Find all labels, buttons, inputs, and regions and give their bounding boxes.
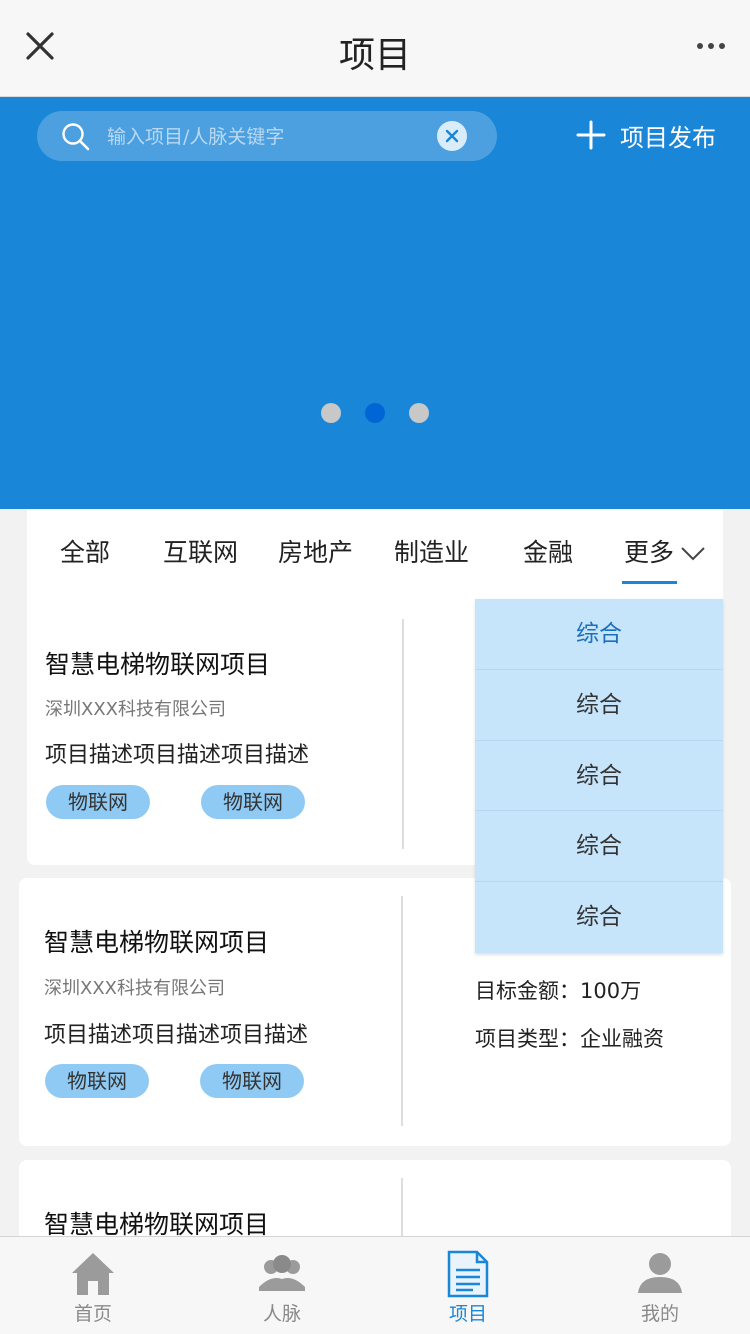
tabbar-label: 首页 bbox=[73, 1303, 112, 1325]
tabbar-label: 人脉 bbox=[262, 1303, 301, 1325]
search-icon bbox=[62, 123, 90, 151]
category-tabs: 全部 互联网 房地产 制造业 金融 更多 bbox=[27, 509, 723, 597]
project-tag: 物联网 bbox=[201, 785, 305, 819]
home-icon bbox=[72, 1253, 114, 1295]
project-company: 深圳XXX科技有限公司 bbox=[44, 978, 225, 999]
active-tab-indicator bbox=[622, 581, 677, 584]
tab-more-label: 更多 bbox=[624, 538, 675, 567]
document-icon bbox=[447, 1250, 489, 1298]
tab-all[interactable]: 全部 bbox=[60, 533, 110, 569]
carousel-indicators bbox=[0, 403, 750, 423]
carousel-dot[interactable] bbox=[409, 403, 429, 423]
chevron-down-icon bbox=[681, 547, 705, 561]
search-bar[interactable]: 输入项目/人脉关键字 bbox=[37, 111, 497, 161]
project-title[interactable]: 智慧电梯物联网项目 bbox=[45, 645, 270, 681]
dropdown-option[interactable]: 综合 bbox=[475, 811, 723, 883]
publish-label: 项目发布 bbox=[620, 123, 716, 152]
plus-icon bbox=[576, 120, 606, 150]
tabbar-projects[interactable]: 项目 bbox=[408, 1237, 528, 1334]
carousel-dot[interactable] bbox=[321, 403, 341, 423]
tabbar-label: 我的 bbox=[640, 1303, 679, 1325]
dropdown-option[interactable]: 综合 bbox=[475, 882, 723, 953]
divider bbox=[401, 896, 403, 1126]
tabbar-mine[interactable]: 我的 bbox=[600, 1237, 720, 1334]
tabbar-label: 项目 bbox=[448, 1303, 487, 1325]
bottom-tabbar: 首页 人脉 项目 我的 bbox=[0, 1236, 750, 1334]
user-icon bbox=[638, 1253, 682, 1293]
target-amount: 目标金额：100万 bbox=[475, 979, 642, 1003]
project-tag: 物联网 bbox=[46, 785, 150, 819]
tab-internet[interactable]: 互联网 bbox=[163, 533, 238, 569]
project-title[interactable]: 智慧电梯物联网项目 bbox=[44, 923, 269, 959]
dropdown-option[interactable]: 综合 bbox=[475, 741, 723, 812]
clear-icon[interactable] bbox=[437, 121, 467, 151]
tab-finance[interactable]: 金融 bbox=[523, 533, 573, 569]
tabbar-contacts[interactable]: 人脉 bbox=[222, 1237, 342, 1334]
tab-manufacturing[interactable]: 制造业 bbox=[394, 533, 469, 569]
dropdown-option[interactable]: 综合 bbox=[475, 599, 723, 670]
more-icon[interactable] bbox=[696, 40, 726, 52]
publish-project-button[interactable]: 项目发布 bbox=[576, 117, 716, 153]
page-title: 项目 bbox=[338, 35, 411, 76]
banner-carousel[interactable]: 输入项目/人脉关键字 项目发布 bbox=[0, 97, 750, 509]
project-tag: 物联网 bbox=[200, 1064, 304, 1098]
project-company: 深圳XXX科技有限公司 bbox=[45, 699, 226, 720]
project-description: 项目描述项目描述项目描述 bbox=[44, 1023, 309, 1048]
tab-more[interactable]: 更多 bbox=[624, 533, 706, 569]
project-type: 项目类型：企业融资 bbox=[475, 1027, 664, 1051]
tab-real-estate[interactable]: 房地产 bbox=[278, 533, 353, 569]
top-navbar: 项目 bbox=[0, 0, 750, 97]
dropdown-option[interactable]: 综合 bbox=[475, 670, 723, 741]
divider bbox=[402, 619, 404, 849]
tabbar-home[interactable]: 首页 bbox=[33, 1237, 153, 1334]
contacts-icon bbox=[259, 1255, 305, 1291]
project-tag: 物联网 bbox=[45, 1064, 149, 1098]
project-description: 项目描述项目描述项目描述 bbox=[45, 743, 310, 768]
search-input[interactable]: 输入项目/人脉关键字 bbox=[107, 122, 284, 149]
sort-dropdown: 综合 综合 综合 综合 综合 bbox=[475, 599, 723, 953]
carousel-dot-active[interactable] bbox=[365, 403, 385, 423]
